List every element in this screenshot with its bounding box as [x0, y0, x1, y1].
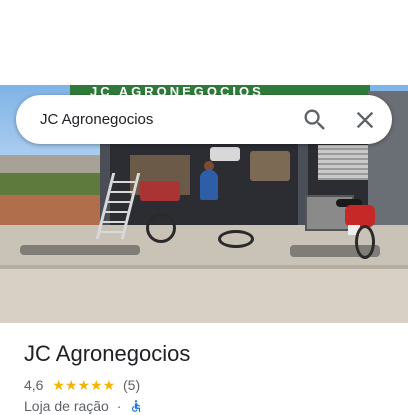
category-row: Loja de ração · — [24, 396, 143, 414]
search-input[interactable]: JC Agronegocios — [40, 95, 153, 144]
rolling-shutter — [318, 145, 368, 180]
road — [0, 269, 408, 323]
brick-wall — [0, 195, 110, 225]
search-icon[interactable] — [301, 106, 329, 134]
wheelchair-icon — [129, 399, 143, 413]
goods — [210, 147, 240, 161]
bicycle-wheel — [146, 213, 176, 243]
place-title: JC Agronegocios — [24, 341, 191, 366]
person — [200, 170, 218, 200]
place-category: Loja de ração — [24, 398, 109, 415]
shadow — [20, 245, 140, 255]
bicycle-wheel — [218, 230, 254, 248]
top-blank-area — [0, 0, 408, 85]
review-count[interactable]: (5) — [123, 376, 140, 394]
rating-row[interactable]: 4,6 ★★★★★ (5) — [24, 375, 140, 393]
goods — [140, 181, 180, 201]
search-bar[interactable]: JC Agronegocios — [16, 95, 392, 144]
rating-value: 4,6 — [24, 377, 44, 394]
star-rating-icon: ★★★★★ — [52, 377, 116, 394]
close-icon[interactable] — [351, 106, 379, 134]
goods — [250, 151, 290, 181]
separator: · — [116, 398, 122, 415]
motorcycle-wheel — [355, 225, 375, 259]
motorcycle — [345, 205, 375, 227]
